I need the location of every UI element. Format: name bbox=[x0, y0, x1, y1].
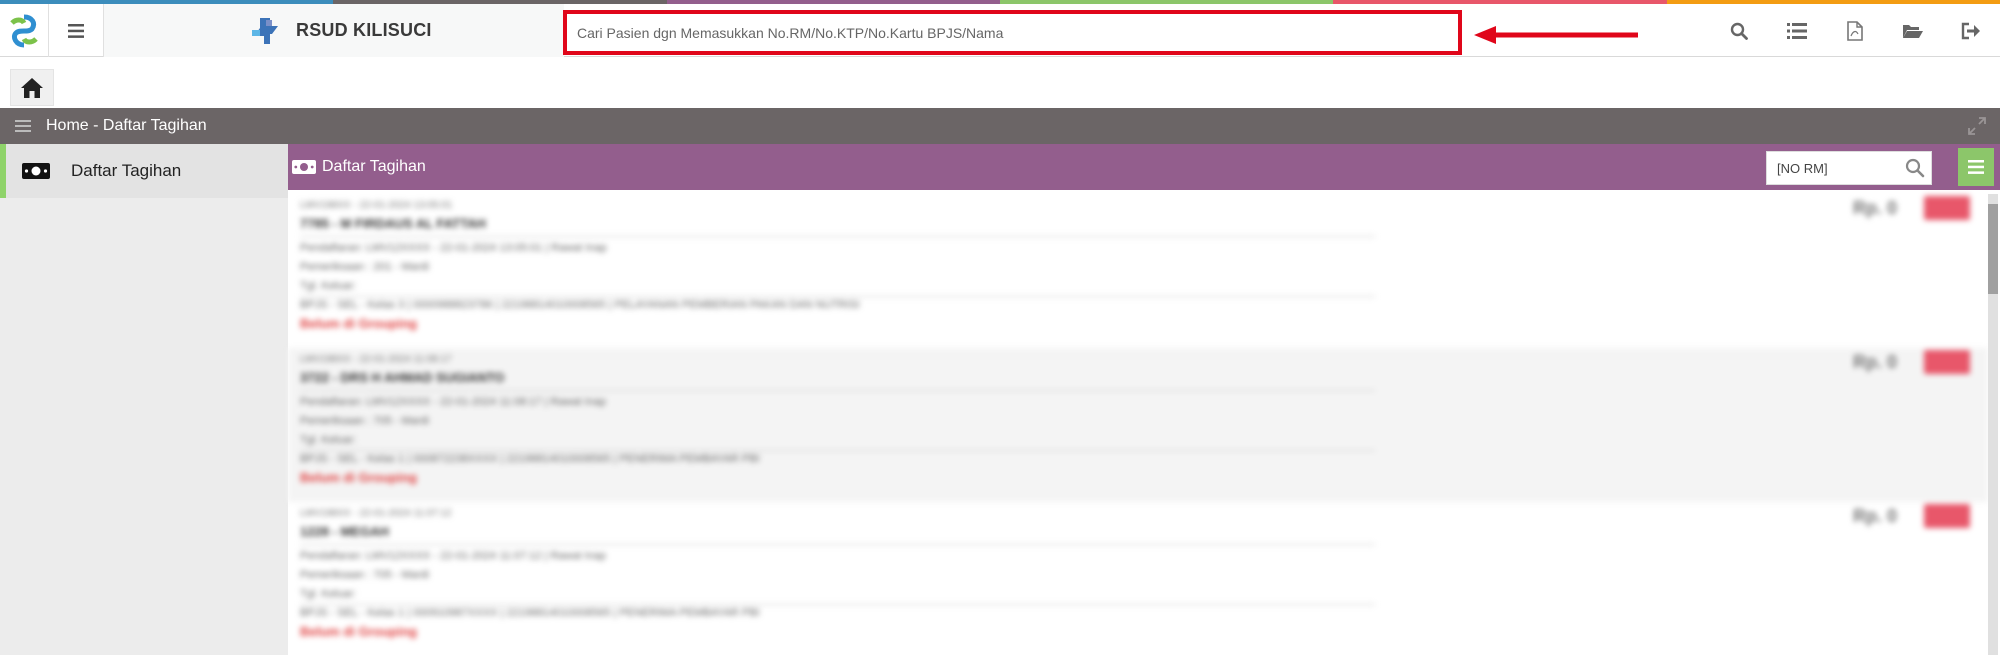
logo-icon bbox=[7, 13, 41, 48]
list-item[interactable]: LMV198XX - 22-01-2024 11:08:17 3722 - DR… bbox=[288, 348, 1988, 502]
home-toolbar bbox=[0, 58, 2000, 108]
hamburger-icon bbox=[68, 23, 84, 38]
toolbar-icons bbox=[1710, 4, 2000, 57]
top-navbar: RSUD KILISUCI bbox=[0, 4, 2000, 57]
sidebar: Daftar Tagihan bbox=[0, 144, 288, 655]
panel-header: Daftar Tagihan bbox=[288, 144, 2000, 190]
examination-info: Pemeriksaan : 705 - Mardi bbox=[300, 569, 429, 581]
bill-amount: Rp. 0 bbox=[1853, 198, 1898, 218]
patient-search-box bbox=[563, 10, 1462, 55]
patient-name: 7785 - M FIRDAUS AL FATTAH bbox=[300, 216, 486, 231]
discharge-date: Tgl. Keluar: bbox=[300, 434, 357, 446]
grouping-status: Belum di Grouping bbox=[300, 624, 417, 639]
grouping-status: Belum di Grouping bbox=[300, 470, 417, 485]
billing-list: LMV198XX - 22-01-2024 13:05:01 7785 - M … bbox=[288, 194, 1988, 656]
money-icon bbox=[22, 163, 50, 179]
fullscreen-button[interactable] bbox=[1968, 117, 1986, 140]
main-content: Daftar Tagihan LMV198XX - 22-01-2024 13:… bbox=[288, 144, 2000, 655]
examination-info: Pemeriksaan : 705 - Mardi bbox=[300, 415, 429, 427]
toolbar-logout-button[interactable] bbox=[1942, 4, 2000, 57]
rm-search-input[interactable] bbox=[1767, 153, 1895, 183]
home-icon bbox=[21, 77, 43, 98]
insurance-info: BPJS - SEL - Kelas 1 | 000872238XXXX | 2… bbox=[300, 453, 760, 465]
registration-info: Pendaftaran: LMV12XXXX - 22-01-2024 11:0… bbox=[300, 396, 606, 408]
list-item[interactable]: LMV198XX - 22-01-2024 11:07:12 1228 - ME… bbox=[288, 502, 1988, 656]
bill-amount: Rp. 0 bbox=[1853, 506, 1898, 526]
insurance-info: BPJS - SEL - Kelas 3 | 0000988823786 | 2… bbox=[300, 299, 860, 311]
money-icon bbox=[292, 160, 316, 174]
breadcrumb-bar: Home - Daftar Tagihan bbox=[0, 108, 2000, 144]
expand-icon bbox=[1968, 117, 1986, 135]
pdf-file-icon bbox=[1847, 20, 1863, 41]
bill-number: LMV198XX - 22-01-2024 11:07:12 bbox=[300, 508, 452, 519]
folder-open-icon bbox=[1903, 24, 1923, 38]
status-badge[interactable] bbox=[1924, 196, 1970, 220]
insurance-info: BPJS - SEL - Kelas 1 | 000910987XXXX | 2… bbox=[300, 607, 760, 619]
grouping-status: Belum di Grouping bbox=[300, 316, 417, 331]
hospital-cross-icon bbox=[252, 17, 278, 44]
annotation-arrow-icon bbox=[1474, 26, 1638, 44]
status-badge[interactable] bbox=[1924, 504, 1970, 528]
hamburger-icon bbox=[1968, 160, 1984, 174]
patient-search-input[interactable] bbox=[567, 14, 1458, 51]
toolbar-folder-button[interactable] bbox=[1884, 4, 1942, 57]
scrollbar-thumb[interactable] bbox=[1988, 204, 1998, 294]
bill-amount: Rp. 0 bbox=[1853, 352, 1898, 372]
status-badge[interactable] bbox=[1924, 350, 1970, 374]
toolbar-pdf-button[interactable] bbox=[1826, 4, 1884, 57]
rm-search-button[interactable] bbox=[1905, 158, 1925, 183]
toolbar-search-button[interactable] bbox=[1710, 4, 1768, 57]
sidebar-item-label: Daftar Tagihan bbox=[71, 161, 182, 180]
hamburger-icon bbox=[15, 120, 31, 132]
toolbar-list-button[interactable] bbox=[1768, 4, 1826, 57]
hospital-name: RSUD KILISUCI bbox=[296, 20, 432, 40]
bill-number: LMV198XX - 22-01-2024 13:05:01 bbox=[300, 200, 453, 211]
rm-search-box bbox=[1766, 151, 1932, 185]
app-logo[interactable] bbox=[0, 4, 49, 57]
patient-name: 3722 - DRS H AHMAD SUGIANTO bbox=[300, 370, 505, 385]
breadcrumb: Home - Daftar Tagihan bbox=[46, 117, 207, 134]
hamburger-menu-button[interactable] bbox=[49, 4, 104, 57]
sidebar-item-daftar-tagihan[interactable]: Daftar Tagihan bbox=[0, 144, 288, 198]
sign-out-icon bbox=[1961, 22, 1980, 39]
bill-number: LMV198XX - 22-01-2024 11:08:17 bbox=[300, 354, 452, 365]
registration-info: Pendaftaran: LMV12XXXX - 22-01-2024 11:0… bbox=[300, 550, 606, 562]
panel-title: Daftar Tagihan bbox=[322, 158, 426, 175]
examination-info: Pemeriksaan : 201 - Mardi bbox=[300, 261, 429, 273]
brand: RSUD KILISUCI bbox=[104, 4, 564, 57]
discharge-date: Tgl. Keluar: bbox=[300, 280, 357, 292]
discharge-date: Tgl. Keluar: bbox=[300, 588, 357, 600]
list-icon bbox=[1787, 22, 1807, 39]
panel-menu-button[interactable] bbox=[1958, 148, 1994, 186]
list-item[interactable]: LMV198XX - 22-01-2024 13:05:01 7785 - M … bbox=[288, 194, 1988, 348]
patient-name: 1228 - MEGAH bbox=[300, 524, 389, 539]
breadcrumb-menu-button[interactable] bbox=[0, 108, 46, 144]
search-icon bbox=[1905, 158, 1925, 178]
list-scrollbar[interactable] bbox=[1988, 194, 1998, 655]
registration-info: Pendaftaran: LMV12XXXX - 22-01-2024 13:0… bbox=[300, 242, 607, 254]
home-button[interactable] bbox=[10, 69, 54, 106]
search-icon bbox=[1730, 22, 1748, 40]
